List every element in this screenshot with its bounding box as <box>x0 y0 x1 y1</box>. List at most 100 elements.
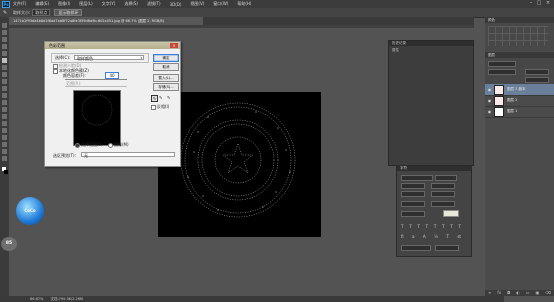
leading-field[interactable] <box>431 183 455 189</box>
tracking-field[interactable] <box>431 191 455 197</box>
text-style-buttons[interactable]: TTTTTTTT <box>401 224 461 229</box>
move-tool-icon[interactable] <box>2 23 7 28</box>
menu-view[interactable]: 视图(V) <box>190 1 204 7</box>
healing-tool-icon[interactable] <box>2 65 7 70</box>
delete-layer-icon[interactable]: ⌫ <box>545 290 551 296</box>
kerning-field[interactable] <box>401 191 425 197</box>
minimize-icon[interactable]: – <box>528 1 534 6</box>
eyedropper-icon-btn[interactable]: ✎ <box>151 95 158 102</box>
stamp-tool-icon[interactable] <box>2 79 7 84</box>
adjustments-grid[interactable] <box>488 26 548 46</box>
shape-tool-icon[interactable] <box>2 142 7 147</box>
eraser-tool-icon[interactable] <box>2 93 7 98</box>
zoom-level[interactable]: 66.67% <box>30 297 43 301</box>
layers-list: ◉ 图层 2 副本 ◉ 图层 2 ◉ 图层 1 <box>485 84 554 124</box>
fuzziness-slider[interactable] <box>65 79 127 80</box>
new-layer-icon[interactable]: ▣ <box>535 290 539 296</box>
character-panel: 字符 TTTTTTTT fi a A ½ Tst <box>396 165 472 257</box>
eyedropper-add-icon[interactable]: ✎ <box>159 95 162 100</box>
status-bar: 66.67% 文档:795.3K/2.26M <box>0 296 504 302</box>
subscript-icon: T <box>442 224 445 229</box>
vertical-scale-field[interactable] <box>401 201 425 207</box>
lasso-tool-icon[interactable] <box>2 37 7 42</box>
close-icon[interactable]: × <box>545 1 551 6</box>
menu-3d[interactable]: 3D(D) <box>170 2 182 7</box>
font-size-field[interactable] <box>401 183 425 189</box>
opentype-buttons[interactable]: fi a A ½ Tst <box>401 234 461 239</box>
layer-filter-select[interactable] <box>488 61 516 67</box>
mask-icon[interactable]: ◘ <box>507 290 510 296</box>
hand-tool-icon[interactable] <box>2 149 7 154</box>
background-color-swatch[interactable] <box>4 170 8 174</box>
adjustment-icon[interactable]: ◐ <box>516 290 520 296</box>
sample-size-select[interactable]: 取样点 <box>32 9 51 16</box>
history-brush-tool-icon[interactable] <box>2 86 7 91</box>
type-tool-icon[interactable] <box>2 128 7 133</box>
layer-name: 图层 2 <box>507 98 518 102</box>
maximize-icon[interactable]: □ <box>536 1 542 6</box>
visibility-eye-icon[interactable]: ◉ <box>487 109 492 114</box>
fill-field[interactable] <box>525 77 549 83</box>
image-canvas[interactable] <box>158 92 321 237</box>
brush-tool-icon[interactable] <box>2 72 7 77</box>
menu-file[interactable]: 文件(F) <box>13 1 26 7</box>
font-family-field[interactable] <box>401 175 433 181</box>
eyedropper-icon[interactable]: ✎ <box>3 10 9 16</box>
image-radio[interactable]: 图像(M) <box>108 142 129 148</box>
document-tab[interactable]: 1471b2f93da4b8d1f6ad7ab8f72a8fe3f59d6a9b… <box>9 17 203 25</box>
blend-mode-select[interactable] <box>488 69 516 75</box>
text-color-swatch[interactable] <box>443 210 459 217</box>
layer-row[interactable]: ◉ 图层 1 <box>485 106 554 118</box>
titling-icon: T <box>446 234 449 239</box>
eyedropper-tool-icon[interactable] <box>2 58 7 63</box>
dialog-title-bar[interactable]: 色彩范围 × <box>45 42 180 49</box>
load-button[interactable]: 载入(L)... <box>153 74 179 82</box>
menu-image[interactable]: 图像(I) <box>58 1 70 7</box>
fuzziness-input[interactable]: 40 <box>105 72 119 79</box>
menu-help[interactable]: 帮助(H) <box>237 1 251 7</box>
font-style-field[interactable] <box>435 175 457 181</box>
gradient-tool-icon[interactable] <box>2 100 7 105</box>
zoom-indicator: 85 <box>1 237 17 251</box>
layers-controls <box>485 58 554 84</box>
underline-icon: T <box>450 224 453 229</box>
horizontal-ruler <box>9 25 474 28</box>
save-button[interactable]: 存储(S)... <box>153 83 179 91</box>
group-icon[interactable]: ▭ <box>526 290 530 296</box>
baseline-field[interactable] <box>401 211 425 217</box>
tools-panel <box>0 17 9 300</box>
show-sampling-ring-button[interactable]: 显示取样环 <box>54 9 83 16</box>
range-slider[interactable] <box>65 86 127 87</box>
menu-edit[interactable]: 编辑(E) <box>35 1 49 7</box>
color-swatches-area <box>485 23 554 51</box>
dodge-tool-icon[interactable] <box>2 114 7 119</box>
selection-radio[interactable]: 选择范围(E) <box>75 142 103 148</box>
quick-select-tool-icon[interactable] <box>2 44 7 49</box>
menu-filter[interactable]: 滤镜(T) <box>147 1 161 7</box>
zoom-tool-icon[interactable] <box>2 156 7 161</box>
crop-tool-icon[interactable] <box>2 51 7 56</box>
language-field[interactable] <box>401 245 431 251</box>
anti-alias-field[interactable] <box>435 245 459 251</box>
blur-tool-icon[interactable] <box>2 107 7 112</box>
selection-preview-select[interactable]: 无 <box>81 152 175 158</box>
faux-bold-icon: T <box>401 224 404 229</box>
menu-layer[interactable]: 图层(L) <box>79 1 92 7</box>
menu-window[interactable]: 窗口(W) <box>213 1 228 7</box>
opacity-field[interactable] <box>525 69 549 75</box>
dialog-close-icon[interactable]: × <box>170 43 178 48</box>
visibility-eye-icon[interactable]: ◉ <box>487 98 492 103</box>
ok-button[interactable]: 确定 <box>153 54 179 62</box>
eyedropper-subtract-icon[interactable]: ✎ <box>167 95 170 100</box>
select-dropdown[interactable]: 取样颜色 ▾ <box>74 55 144 61</box>
menu-type[interactable]: 文字(Y) <box>102 1 116 7</box>
ordinal-icon: a <box>411 234 415 239</box>
horizontal-scale-field[interactable] <box>431 201 455 207</box>
pen-tool-icon[interactable] <box>2 121 7 126</box>
cancel-button[interactable]: 取消 <box>153 63 179 71</box>
menu-select[interactable]: 选择(S) <box>124 1 138 7</box>
visibility-eye-icon[interactable]: ◉ <box>487 87 492 92</box>
path-select-tool-icon[interactable] <box>2 135 7 140</box>
invert-row[interactable]: 反相(I) <box>151 104 169 110</box>
marquee-tool-icon[interactable] <box>2 30 7 35</box>
